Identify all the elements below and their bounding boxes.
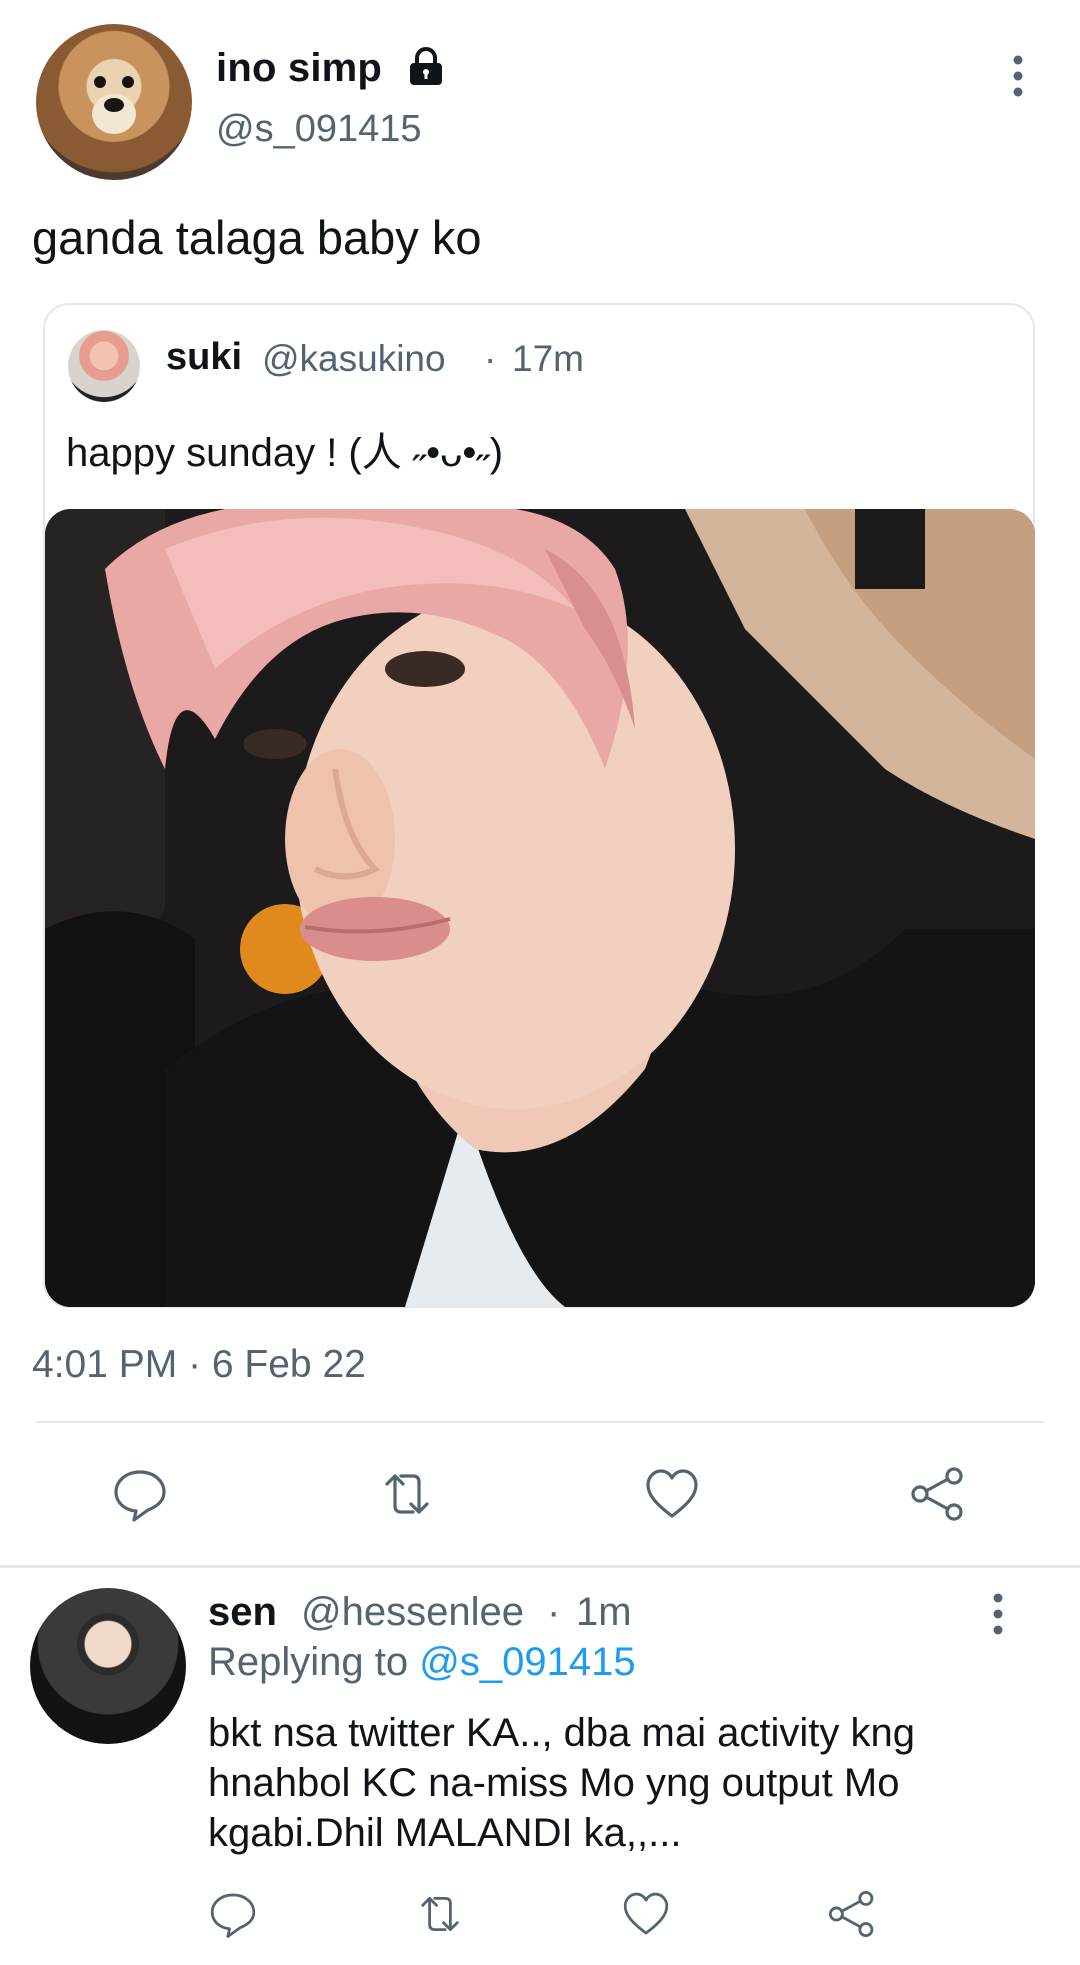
replying-to-line: Replying to @s_091415 <box>208 1640 636 1685</box>
reply-icon[interactable] <box>207 1888 259 1940</box>
tweet-action-bar <box>0 1456 1080 1536</box>
author-display-name[interactable]: ino simp <box>216 46 382 91</box>
retweet-icon[interactable] <box>377 1464 437 1524</box>
more-options-icon[interactable] <box>978 1590 1018 1640</box>
avatar-nose <box>104 98 124 112</box>
like-icon[interactable] <box>620 1888 672 1940</box>
reply-time: 1m <box>576 1590 632 1634</box>
more-options-icon[interactable] <box>998 52 1038 102</box>
reply-text: bkt nsa twitter KA.., dba mai activity k… <box>208 1711 915 1855</box>
avatar-eye <box>94 76 106 88</box>
quoted-author-handle: @kasukino <box>262 338 446 379</box>
separator-dot: · <box>484 338 497 379</box>
quoted-author-name: suki <box>166 336 243 378</box>
quoted-tweet-time: 17m <box>512 338 584 379</box>
author-avatar[interactable] <box>36 24 192 180</box>
divider <box>36 1421 1044 1423</box>
quoted-tweet-text: happy sunday ! (人 ˶•ᴗ•˶) <box>66 431 504 475</box>
separator-dot: · <box>547 1590 561 1634</box>
author-handle[interactable]: @s_091415 <box>216 108 422 151</box>
divider <box>0 1565 1080 1568</box>
replying-to-mention[interactable]: @s_091415 <box>419 1640 635 1684</box>
reply-author-handle[interactable]: @hessenlee <box>301 1590 524 1635</box>
retweet-icon[interactable] <box>414 1888 466 1940</box>
tweet-timestamp[interactable]: 4:01 PM · 6 Feb 22 <box>32 1343 366 1387</box>
reply-action-bar <box>0 1880 1080 1950</box>
reply-author-name[interactable]: sen <box>208 1590 277 1635</box>
like-icon[interactable] <box>642 1464 702 1524</box>
reply-author-avatar[interactable] <box>30 1588 186 1744</box>
quoted-author-avatar <box>68 330 140 402</box>
share-icon[interactable] <box>908 1464 968 1524</box>
tweet-text: ganda talaga baby ko <box>32 211 482 264</box>
selfie-photo[interactable] <box>45 509 1035 1307</box>
reply-icon[interactable] <box>110 1464 170 1524</box>
lock-icon <box>410 47 442 85</box>
share-icon[interactable] <box>826 1888 878 1940</box>
avatar-eye <box>122 76 134 88</box>
replying-to-prefix: Replying to <box>208 1640 420 1684</box>
